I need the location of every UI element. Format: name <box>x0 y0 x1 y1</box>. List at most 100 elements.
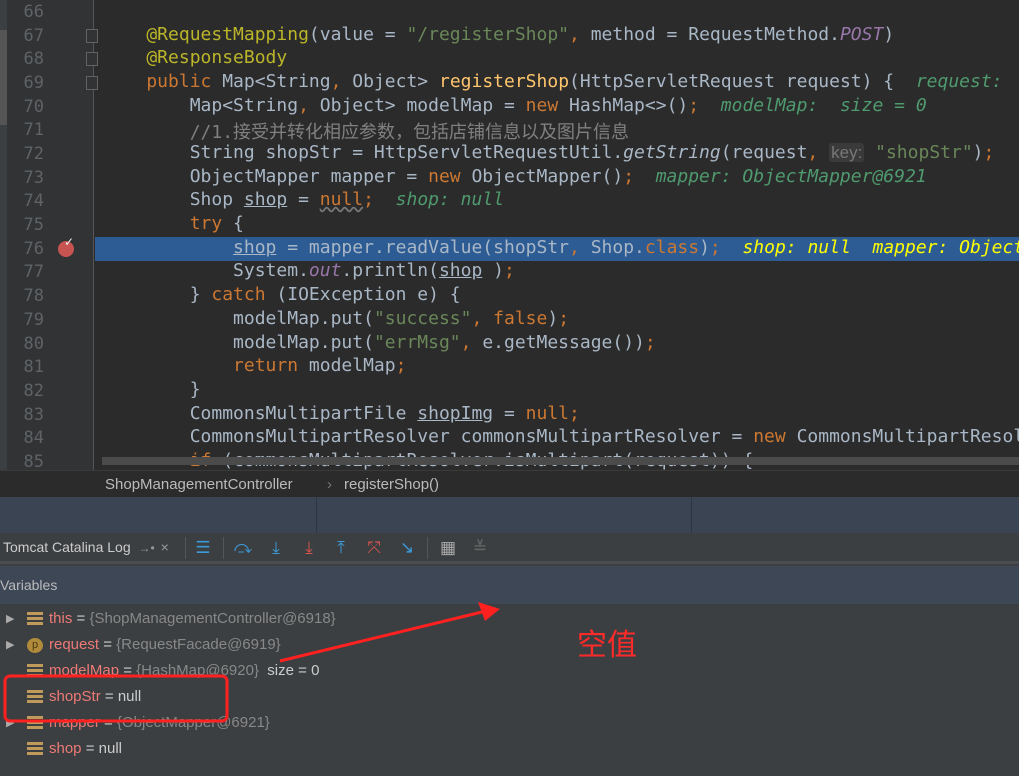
variable-equals: = <box>81 740 99 757</box>
code-token: modelMap.put( <box>103 331 374 353</box>
code-token: = <box>373 23 407 45</box>
code-token: "/registerShop" <box>406 23 570 45</box>
inline-debug-value: request: <box>915 71 1014 93</box>
variable-row-modelMap[interactable]: modelMap = {HashMap@6920} size = 0 <box>0 658 1019 684</box>
code-token: ) <box>883 23 895 45</box>
inline-debug-value: modelMap: size = 0 <box>720 94 927 116</box>
code-token: POST <box>839 23 884 45</box>
code-line[interactable]: Shop shop = null; shop: null <box>95 189 1019 213</box>
code-line[interactable]: try { <box>95 213 1019 237</box>
gutter[interactable]: 66 67 68 69 70 71 72 73 74 75 76 77 78 79 80 81 82 83 84 85 <box>0 0 98 470</box>
code-token: return <box>103 355 309 377</box>
tab-tomcat-catalina-log[interactable]: Tomcat Catalina Log →• × <box>3 533 169 563</box>
code-line[interactable]: ObjectMapper mapper = new ObjectMapper()… <box>95 166 1019 190</box>
close-icon[interactable]: × <box>161 539 169 555</box>
code-token: new <box>428 165 472 187</box>
code-token: shop <box>233 236 277 258</box>
drop-frame-icon[interactable]: ⤧ <box>363 538 385 558</box>
variable-value: null <box>117 688 142 705</box>
variable-row-shop[interactable]: shop = null <box>0 736 1019 762</box>
code-token: Shop. <box>590 236 645 258</box>
breadcrumb-class[interactable]: ShopManagementController <box>105 471 293 498</box>
trace-icon[interactable]: ≚ <box>469 538 491 558</box>
inline-debug-value: shop: null <box>395 189 505 211</box>
variable-row-request[interactable]: ▶ p request = {RequestFacade@6919} <box>0 632 1019 658</box>
code-line[interactable]: } catch (IOException e) { <box>95 284 1019 308</box>
code-token: ; <box>363 189 396 211</box>
pin-icon[interactable]: →• <box>139 541 155 555</box>
variable-name: modelMap <box>49 662 120 679</box>
code-token: ; <box>623 165 656 187</box>
code-line[interactable]: String shopStr = HttpServletRequestUtil.… <box>95 142 1019 166</box>
code-line[interactable]: System.out.println(shop ); <box>95 260 1019 284</box>
inline-debug-value: mapper: ObjectMapper@6921 <box>655 165 927 187</box>
code-line[interactable]: @ResponseBody <box>95 47 1019 71</box>
code-token: @RequestMapping <box>103 23 309 45</box>
code-line[interactable]: CommonsMultipartResolver commonsMultipar… <box>95 426 1019 450</box>
step-into-icon[interactable]: ⤓ <box>265 538 287 558</box>
code-token: (IOException e) { <box>276 284 461 306</box>
breadcrumb-method[interactable]: registerShop() <box>344 471 439 498</box>
code-token: , <box>569 236 591 258</box>
field-icon <box>27 716 43 731</box>
code-token: method = RequestMethod. <box>590 23 840 45</box>
code-line[interactable]: CommonsMultipartFile shopImg = null; <box>95 403 1019 427</box>
code-token: , <box>330 71 353 93</box>
annotation-text: 空值 <box>577 628 637 663</box>
code-token: key: <box>829 143 865 163</box>
variables-list: ▶ this = {ShopManagementController@6918} ▶… <box>0 604 1019 776</box>
code-token: e.getMessage()) <box>482 331 645 353</box>
code-token: System. <box>103 260 309 282</box>
code-token: ; <box>558 307 570 329</box>
code-line[interactable]: public Map<String, Object> registerShop(… <box>95 71 1019 95</box>
code-token: shop <box>438 260 483 282</box>
expand-icon[interactable]: ▶ <box>6 632 14 658</box>
code-line[interactable] <box>95 0 1019 24</box>
force-step-into-icon[interactable]: ⤓ <box>298 538 320 558</box>
step-out-icon[interactable]: ⤒ <box>330 538 352 558</box>
code-token: Map<String <box>103 94 299 116</box>
code-line[interactable]: Map<String, Object> modelMap = new HashM… <box>95 95 1019 119</box>
code-token: , <box>569 23 591 45</box>
variable-name: shopStr <box>49 688 101 705</box>
code-token: value <box>319 23 374 45</box>
code-line[interactable]: //1.接受并转化相应参数，包括店铺信息以及图片信息 <box>95 118 1019 143</box>
code-token: Map<String <box>222 71 331 93</box>
run-to-cursor-icon[interactable]: ↘ <box>396 538 418 558</box>
horizontal-scrollbar[interactable] <box>102 457 1019 465</box>
variable-extra: size = 0 <box>258 662 320 679</box>
breadcrumb: ShopManagementController › registerShop(… <box>0 470 1019 497</box>
variable-name: shop <box>49 740 82 757</box>
field-icon <box>27 742 43 757</box>
code-token: new <box>753 426 797 448</box>
code-token: ) <box>972 142 984 164</box>
code-token: ; <box>709 236 743 258</box>
expand-icon[interactable]: ▶ <box>6 606 14 632</box>
code-editor[interactable]: 66 67 68 69 70 71 72 73 74 75 76 77 78 79 80 81 82 83 84 85… <box>0 0 1019 470</box>
field-icon <box>27 664 43 679</box>
show-execution-point-icon[interactable]: ☰ <box>192 538 214 558</box>
code-line[interactable]: return modelMap; <box>95 355 1019 379</box>
variable-row-shopStr[interactable]: shopStr = null <box>0 684 1019 710</box>
inline-debug-value: shop: null mapper: ObjectMapper@6921 <box>742 236 1019 258</box>
variable-row-this[interactable]: ▶ this = {ShopManagementController@6918} <box>0 606 1019 632</box>
expand-icon[interactable]: ▶ <box>6 710 14 736</box>
code-token: modelMap.put( <box>103 307 374 329</box>
step-over-icon[interactable]: ⤼ <box>232 538 254 558</box>
code-line[interactable]: } <box>95 379 1019 403</box>
breakpoint-icon[interactable] <box>58 235 74 257</box>
code-line[interactable]: @RequestMapping(value = "/registerShop",… <box>95 24 1019 48</box>
current-execution-line[interactable]: shop = mapper.readValue(shopStr, Shop.cl… <box>95 236 1019 261</box>
code-token: String shopStr = HttpServletRequestUtil. <box>103 142 624 164</box>
code-token: null <box>525 402 570 424</box>
code-token: { <box>233 213 244 235</box>
code-line[interactable]: modelMap.put("success", false); <box>95 308 1019 332</box>
evaluate-expression-icon[interactable]: ▦ <box>437 538 459 558</box>
code-token: registerShop <box>438 71 570 93</box>
code-token: ; <box>569 402 580 424</box>
code-line[interactable]: modelMap.put("errMsg", e.getMessage()); <box>95 332 1019 356</box>
code-token: (HttpServletRequest request) { <box>569 71 916 93</box>
code-token: CommonsMultipartFile <box>103 402 418 424</box>
variable-row-mapper[interactable]: ▶ mapper = {ObjectMapper@6921} <box>0 710 1019 736</box>
